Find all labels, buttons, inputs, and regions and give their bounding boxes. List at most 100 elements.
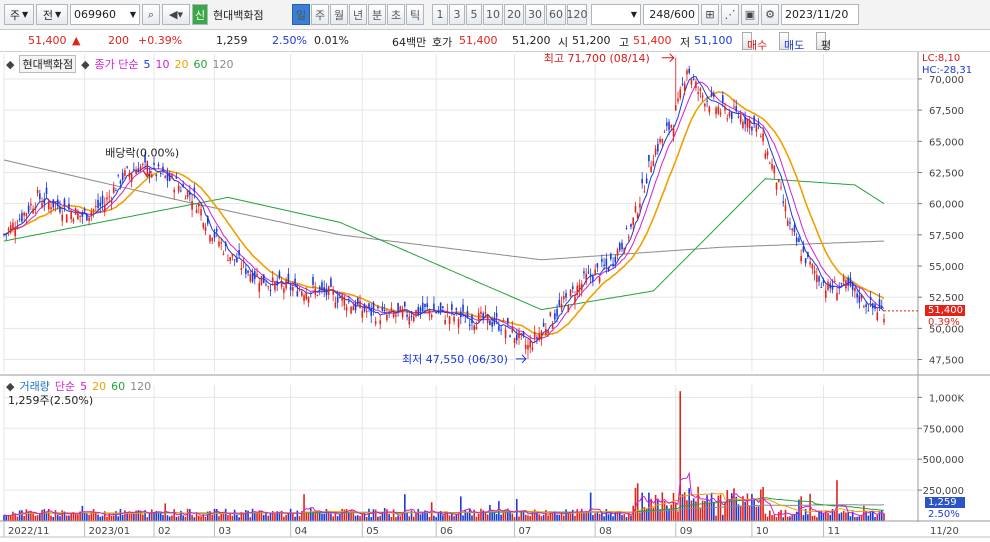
save-icon[interactable]: ▣ bbox=[741, 4, 759, 25]
volume-bar bbox=[323, 513, 326, 521]
period-tab[interactable]: 분 bbox=[368, 4, 386, 25]
trend-icon[interactable]: ⋰ bbox=[721, 4, 739, 25]
period-tab[interactable]: 월 bbox=[330, 4, 348, 25]
period-tab[interactable]: 일 bbox=[292, 4, 310, 25]
stock-code-input[interactable]: 069960 ▼ bbox=[70, 4, 140, 25]
candle-body bbox=[867, 310, 870, 312]
volume-bar bbox=[213, 508, 216, 521]
period-tab[interactable]: 초 bbox=[387, 4, 405, 25]
compare-select[interactable]: 전 ▼ bbox=[36, 4, 68, 25]
candle-body bbox=[645, 178, 648, 184]
candle-body bbox=[168, 174, 171, 181]
volume-bar bbox=[576, 509, 579, 521]
candle-body bbox=[661, 138, 664, 143]
candle-body bbox=[247, 270, 249, 273]
volume-bar bbox=[592, 515, 594, 521]
x-tick-label: 2022/11 bbox=[8, 526, 50, 537]
market-type-select[interactable]: 주 ▼ bbox=[4, 4, 34, 25]
candle-body bbox=[415, 309, 417, 317]
candle-body bbox=[719, 112, 722, 115]
volume-ratio: 2.50% bbox=[272, 34, 307, 47]
candle-body bbox=[827, 281, 829, 290]
volume-bar bbox=[68, 515, 70, 521]
volume-bar bbox=[175, 516, 178, 521]
volume-bar bbox=[869, 512, 872, 521]
date-field[interactable]: 2023/11/20 bbox=[781, 4, 859, 25]
candle-body bbox=[175, 176, 178, 179]
candle-body bbox=[623, 247, 626, 254]
buy-button[interactable]: 매수 bbox=[742, 32, 767, 52]
candle-body bbox=[632, 217, 635, 225]
period-tab[interactable]: 년 bbox=[349, 4, 367, 25]
volume-bar bbox=[547, 515, 549, 521]
candle-body bbox=[65, 214, 68, 223]
candle-body bbox=[206, 215, 209, 224]
volume-bar bbox=[224, 508, 227, 521]
interval-tab[interactable]: 10 bbox=[483, 4, 503, 25]
candle-body bbox=[717, 106, 720, 114]
candle-body bbox=[854, 287, 856, 292]
interval-tab[interactable]: 30 bbox=[525, 4, 545, 25]
volume-bar bbox=[370, 517, 373, 521]
period-tab[interactable]: 주 bbox=[311, 4, 329, 25]
candle-body bbox=[782, 201, 785, 203]
candle-body bbox=[433, 303, 435, 311]
volume-bar bbox=[238, 517, 240, 521]
credit-badge-label: 신 bbox=[194, 8, 206, 22]
interval-tab[interactable]: 60 bbox=[546, 4, 566, 25]
volume-bar bbox=[50, 515, 52, 521]
candle-body bbox=[471, 315, 473, 324]
interval-tab[interactable]: 1 bbox=[432, 4, 448, 25]
candle-body bbox=[412, 316, 415, 321]
speaker-icon[interactable]: ◀▾ bbox=[162, 4, 190, 25]
volume-bar bbox=[146, 517, 149, 521]
interval-tab[interactable]: 5 bbox=[466, 4, 482, 25]
volume-bar bbox=[746, 493, 749, 521]
candle-body bbox=[325, 288, 328, 296]
interval-tab[interactable]: 3 bbox=[449, 4, 465, 25]
candle-body bbox=[292, 287, 294, 291]
candle-body bbox=[489, 320, 491, 326]
stock-label[interactable]: 현대백화점 bbox=[19, 55, 77, 73]
chart-tools-icon[interactable]: ⊞ bbox=[701, 4, 719, 25]
sell-button[interactable]: 매도 bbox=[779, 32, 804, 52]
candle-body bbox=[762, 133, 764, 142]
candle-body bbox=[809, 261, 811, 265]
candle-body bbox=[728, 112, 731, 117]
volume-bar bbox=[227, 515, 229, 521]
volume-bar bbox=[854, 517, 856, 521]
volume-bar bbox=[182, 515, 184, 521]
search-icon[interactable]: ⌕ bbox=[142, 4, 160, 25]
volume-bar bbox=[133, 513, 135, 521]
bar-count-field[interactable]: 248/600 bbox=[643, 4, 699, 25]
candle-body bbox=[724, 106, 726, 111]
volume-bar bbox=[162, 514, 164, 521]
candle-body bbox=[574, 296, 576, 303]
volume-bar bbox=[789, 516, 791, 521]
volume-bar bbox=[41, 509, 43, 521]
interval-tab[interactable]: 20 bbox=[504, 4, 524, 25]
interval-tab[interactable]: 120 bbox=[567, 4, 588, 25]
chart-canvas[interactable]: 70,000 67,500 65,000 62,500 60,000 57,500 55,0… bbox=[0, 52, 990, 542]
avg-button[interactable]: 평 bbox=[816, 32, 831, 52]
volume-bar bbox=[372, 509, 375, 521]
gear-icon[interactable]: ⚙ bbox=[761, 4, 779, 25]
interval-input[interactable]: ▼ bbox=[591, 4, 641, 25]
chevron-down-icon: ▼ bbox=[630, 10, 637, 19]
trade-amount: 64백만 bbox=[392, 36, 427, 49]
candle-body bbox=[818, 276, 820, 282]
volume-bar bbox=[171, 515, 173, 521]
volume-bar bbox=[775, 517, 778, 521]
candle-body bbox=[63, 199, 66, 206]
y-tick-label: 65,000 bbox=[929, 137, 964, 148]
candle-body bbox=[377, 306, 379, 309]
quote-bar: 51,400 ▲ 200 +0.39% 1,259 2.50% 0.01% 64… bbox=[0, 30, 990, 52]
candle-body bbox=[634, 206, 637, 213]
volume-bar bbox=[683, 492, 686, 521]
candle-body bbox=[428, 309, 431, 315]
candle-body bbox=[560, 303, 563, 309]
candle-body bbox=[249, 274, 252, 282]
volume-bar bbox=[455, 514, 458, 521]
period-tab[interactable]: 틱 bbox=[406, 4, 424, 25]
volume-bar bbox=[816, 517, 818, 521]
